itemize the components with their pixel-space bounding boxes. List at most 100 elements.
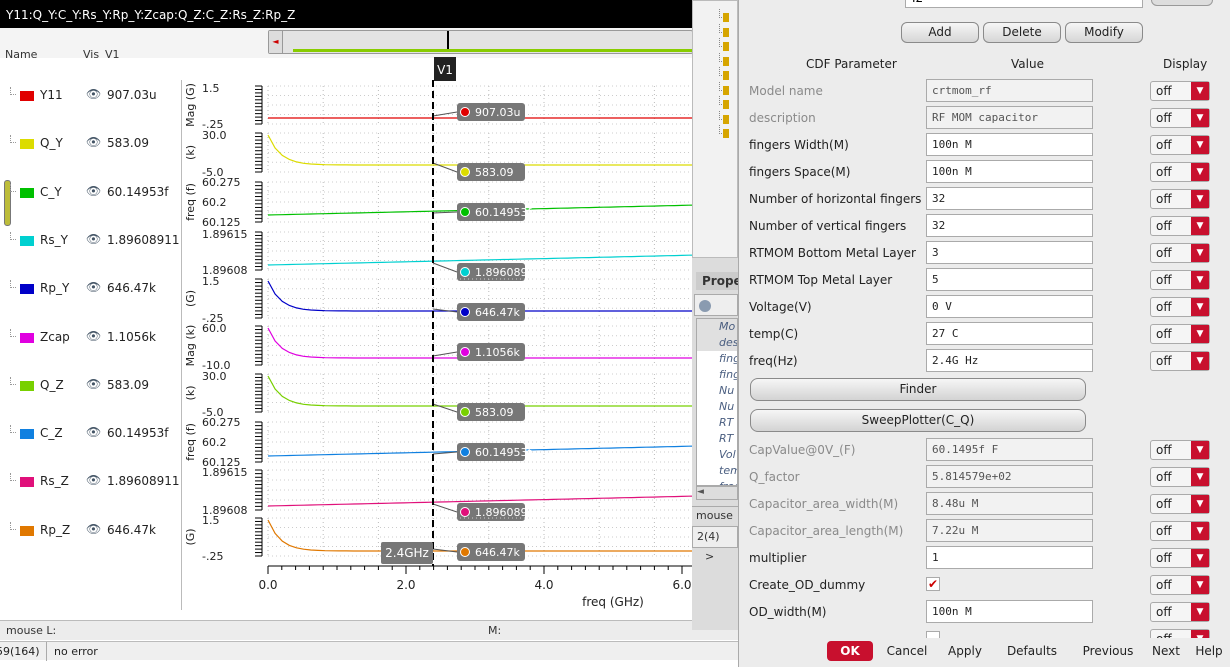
parameter-value-field[interactable]: 2.4G Hz bbox=[926, 349, 1093, 372]
chevron-down-icon[interactable]: ▼ bbox=[1191, 325, 1209, 343]
property-list-item[interactable]: RT bbox=[697, 431, 737, 447]
chevron-down-icon[interactable]: ▼ bbox=[1191, 549, 1209, 567]
parameter-value-field[interactable]: 1 bbox=[926, 546, 1093, 569]
display-dropdown[interactable]: off ▼ bbox=[1150, 297, 1210, 317]
display-dropdown[interactable]: off ▼ bbox=[1150, 108, 1210, 128]
instance-name-field[interactable]: I2 bbox=[905, 0, 1143, 8]
parameter-value-field[interactable]: 32 bbox=[926, 214, 1093, 237]
chevron-down-icon[interactable]: ▼ bbox=[1191, 522, 1209, 540]
footer-arrow[interactable]: > bbox=[705, 550, 714, 563]
mouse-tab[interactable]: mouse bbox=[692, 506, 738, 524]
property-list-item[interactable]: RT bbox=[697, 415, 737, 431]
property-list[interactable]: ModesfingfingNuNuRTRTVoltemfreq bbox=[696, 318, 738, 486]
display-dropdown[interactable]: off ▼ bbox=[1150, 324, 1210, 344]
display-dropdown[interactable]: off ▼ bbox=[1150, 162, 1210, 182]
display-dropdown[interactable]: off ▼ bbox=[1150, 216, 1210, 236]
defaults-button[interactable]: Defaults bbox=[1001, 641, 1063, 661]
display-dropdown[interactable]: off ▼ bbox=[1150, 494, 1210, 514]
sweep-plotter-button[interactable]: SweepPlotter(C_Q) bbox=[750, 409, 1086, 432]
display-dropdown[interactable]: off ▼ bbox=[1150, 270, 1210, 290]
help-button[interactable]: Help bbox=[1191, 641, 1227, 661]
marker-dot bbox=[460, 347, 470, 357]
instance-name-browse-button[interactable] bbox=[1151, 0, 1213, 6]
display-dropdown-value: off bbox=[1156, 470, 1172, 484]
hierarchy-tree[interactable] bbox=[692, 0, 738, 258]
display-dropdown[interactable]: off ▼ bbox=[1150, 243, 1210, 263]
cursor-v1-label[interactable]: V1 bbox=[434, 57, 456, 81]
previous-button[interactable]: Previous bbox=[1077, 641, 1139, 661]
apply-button[interactable]: Apply bbox=[944, 641, 986, 661]
display-dropdown[interactable]: off ▼ bbox=[1150, 521, 1210, 541]
property-list-item[interactable]: freq bbox=[697, 479, 737, 485]
parameter-value-field[interactable]: 100n M bbox=[926, 160, 1093, 183]
chevron-down-icon[interactable]: ▼ bbox=[1191, 82, 1209, 100]
parameter-value-field[interactable]: 100n M bbox=[926, 133, 1093, 156]
property-list-item[interactable]: fing bbox=[697, 351, 737, 367]
property-list-item[interactable]: Nu bbox=[697, 383, 737, 399]
tree-node-icon[interactable] bbox=[723, 100, 729, 109]
instance-tab[interactable]: insta bbox=[694, 294, 738, 332]
chevron-down-icon[interactable]: ▼ bbox=[1191, 217, 1209, 235]
chevron-down-icon[interactable]: ▼ bbox=[1191, 352, 1209, 370]
tree-node-icon[interactable] bbox=[723, 27, 729, 37]
tree-node-icon[interactable] bbox=[723, 114, 729, 124]
display-dropdown[interactable]: off ▼ bbox=[1150, 135, 1210, 155]
property-list-item[interactable]: Nu bbox=[697, 399, 737, 415]
parameter-value-field[interactable]: 100n M bbox=[926, 600, 1093, 623]
parameter-row: fingers Width(M) 100n M off ▼ bbox=[739, 132, 1230, 156]
property-list-item[interactable]: tem bbox=[697, 463, 737, 479]
cancel-button[interactable]: Cancel bbox=[883, 641, 931, 661]
parameter-label: RTMOM Top Metal Layer bbox=[749, 273, 893, 287]
chevron-down-icon[interactable]: ▼ bbox=[1191, 603, 1209, 621]
property-list-item[interactable]: fing bbox=[697, 367, 737, 383]
stacked-plot[interactable]: 1.5-.25Mag (G) 907.03u30.0-5.0(k)583.0960… bbox=[0, 0, 738, 667]
chevron-down-icon[interactable]: ▼ bbox=[1191, 298, 1209, 316]
ok-button[interactable]: OK bbox=[827, 641, 873, 661]
add-button[interactable]: Add bbox=[901, 22, 979, 43]
display-dropdown[interactable]: off ▼ bbox=[1150, 440, 1210, 460]
chevron-down-icon[interactable]: ▼ bbox=[1191, 190, 1209, 208]
property-list-item[interactable]: Vol bbox=[697, 447, 737, 463]
tree-node-icon[interactable] bbox=[723, 85, 729, 95]
tree-node-icon[interactable] bbox=[723, 42, 729, 51]
display-dropdown[interactable]: off ▼ bbox=[1150, 575, 1210, 595]
checkbox[interactable]: ✔ bbox=[926, 577, 940, 591]
header-value: Value bbox=[1011, 57, 1044, 71]
chevron-down-icon[interactable]: ▼ bbox=[1191, 441, 1209, 459]
chevron-down-icon[interactable]: ▼ bbox=[1191, 109, 1209, 127]
display-dropdown[interactable]: off ▼ bbox=[1150, 467, 1210, 487]
chevron-down-icon[interactable]: ▼ bbox=[1191, 576, 1209, 594]
tree-node-icon[interactable] bbox=[723, 13, 729, 22]
marker-value-text: 1.1056k bbox=[475, 346, 520, 359]
parameter-value-field[interactable]: 5 bbox=[926, 268, 1093, 291]
parameter-value-field[interactable]: 27 C bbox=[926, 322, 1093, 345]
tree-node-icon[interactable] bbox=[723, 129, 729, 138]
parameter-value-field[interactable]: 3 bbox=[926, 241, 1093, 264]
parameter-value-field[interactable]: 32 bbox=[926, 187, 1093, 210]
property-list-item[interactable]: des bbox=[697, 335, 737, 351]
finder-button[interactable]: Finder bbox=[750, 378, 1086, 401]
parameter-value-field[interactable]: 0 V bbox=[926, 295, 1093, 318]
chevron-down-icon[interactable]: ▼ bbox=[1191, 136, 1209, 154]
display-dropdown[interactable]: off ▼ bbox=[1150, 189, 1210, 209]
display-dropdown[interactable]: off ▼ bbox=[1150, 81, 1210, 101]
marker-value-text: 583.09 bbox=[475, 166, 514, 179]
marker-value-text: 907.03u bbox=[475, 106, 520, 119]
properties-tab[interactable]: Prope bbox=[696, 272, 742, 290]
display-dropdown[interactable]: off ▼ bbox=[1150, 351, 1210, 371]
chevron-down-icon[interactable]: ▼ bbox=[1191, 163, 1209, 181]
chevron-down-icon[interactable]: ▼ bbox=[1191, 468, 1209, 486]
tree-node-icon[interactable] bbox=[723, 71, 729, 80]
property-list-item[interactable]: Mo bbox=[697, 319, 737, 335]
marker-leader bbox=[432, 262, 458, 273]
display-dropdown[interactable]: off ▼ bbox=[1150, 602, 1210, 622]
modify-button[interactable]: Modify bbox=[1065, 22, 1143, 43]
tree-node-icon[interactable] bbox=[723, 56, 729, 66]
horizontal-scrollbar[interactable]: ◄ bbox=[696, 486, 738, 500]
delete-button[interactable]: Delete bbox=[983, 22, 1061, 43]
display-dropdown[interactable]: off ▼ bbox=[1150, 548, 1210, 568]
chevron-down-icon[interactable]: ▼ bbox=[1191, 244, 1209, 262]
chevron-down-icon[interactable]: ▼ bbox=[1191, 271, 1209, 289]
chevron-down-icon[interactable]: ▼ bbox=[1191, 495, 1209, 513]
next-button[interactable]: Next bbox=[1149, 641, 1183, 661]
